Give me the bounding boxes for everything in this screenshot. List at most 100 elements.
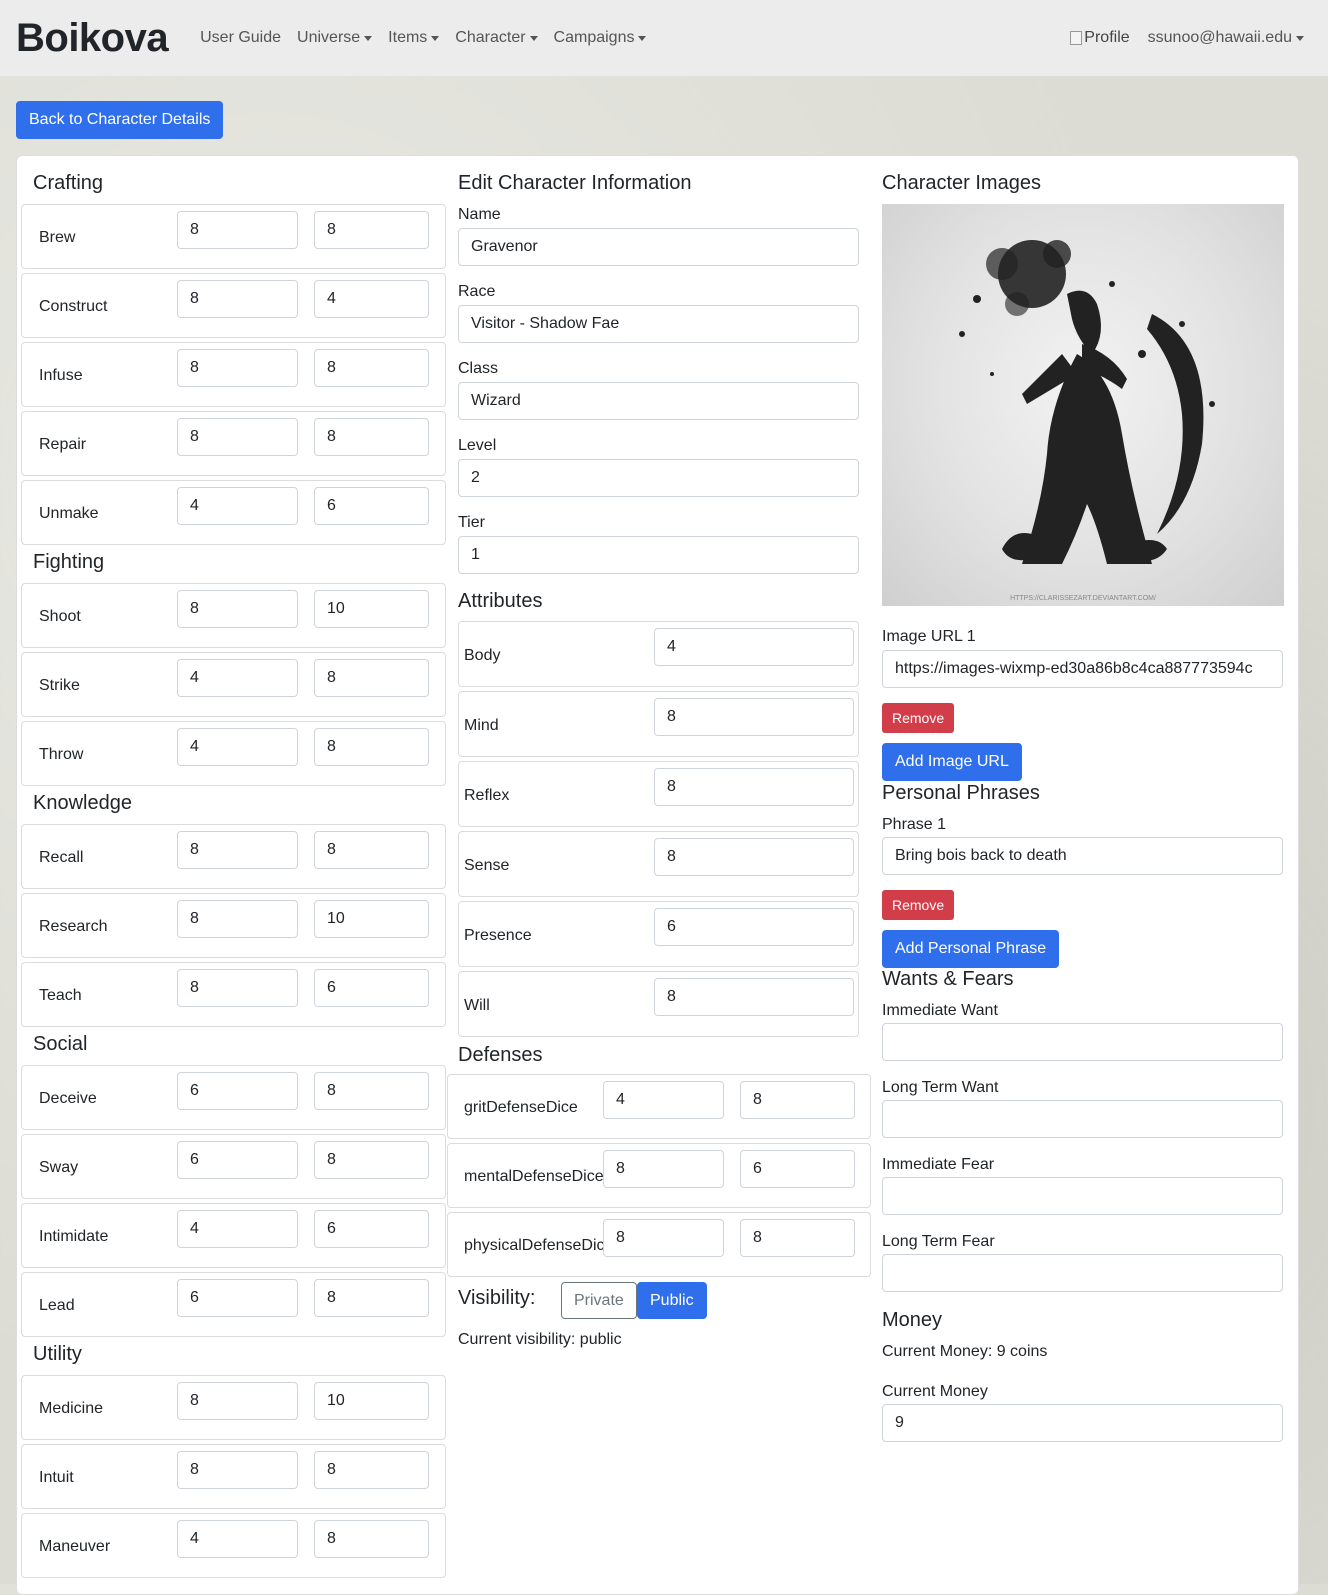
attribute-input[interactable]: 8 (654, 838, 854, 876)
remove-image-button[interactable]: Remove (882, 703, 955, 733)
defense-dice-input[interactable]: 4 (603, 1081, 724, 1119)
image-url-label: Image URL 1 (882, 628, 976, 645)
skill-modifier-input[interactable]: 4 (314, 280, 429, 318)
wants-fears-input[interactable] (882, 1100, 1283, 1138)
nav-items-dropdown[interactable]: Items (388, 29, 440, 47)
defense-row: gritDefenseDice 4 8 (447, 1074, 871, 1139)
skill-value-input[interactable]: 8 (177, 1451, 298, 1489)
wants-fears-title: Wants & Fears (882, 968, 1014, 990)
add-personal-phrase-button[interactable]: Add Personal Phrase (882, 930, 1060, 968)
skill-modifier-input[interactable]: 8 (314, 831, 429, 869)
skill-value-input[interactable]: 8 (177, 349, 298, 387)
skill-modifier-input[interactable]: 6 (314, 487, 429, 525)
skill-modifier-input[interactable]: 8 (314, 1451, 429, 1489)
wants-fears-label: Long Term Fear (882, 1233, 995, 1250)
skill-value-input[interactable]: 4 (177, 659, 298, 697)
attribute-input[interactable]: 4 (654, 628, 854, 666)
skill-row: Unmake 4 6 (21, 480, 446, 545)
skill-modifier-input[interactable]: 8 (314, 659, 429, 697)
skill-value-input[interactable]: 6 (177, 1072, 298, 1110)
defense-size-input[interactable]: 6 (740, 1150, 855, 1188)
attribute-input[interactable]: 8 (654, 768, 854, 806)
defense-label: physicalDefenseDic (464, 1237, 604, 1254)
skill-modifier-input[interactable]: 8 (314, 1520, 429, 1558)
skill-modifier-input[interactable]: 8 (314, 728, 429, 766)
user-menu[interactable]: Profile ssunoo@hawaii.edu (1070, 29, 1312, 47)
user-email-dropdown[interactable]: ssunoo@hawaii.edu (1148, 29, 1304, 47)
wants-fears-label: Long Term Want (882, 1079, 999, 1096)
back-to-character-details-button[interactable]: Back to Character Details (16, 101, 224, 139)
caret-down-icon (638, 35, 647, 41)
skill-value-input[interactable]: 4 (177, 728, 298, 766)
skill-value-input[interactable]: 6 (177, 1279, 298, 1317)
skill-value-input[interactable]: 8 (177, 211, 298, 249)
skill-value-input[interactable]: 8 (177, 280, 298, 318)
info-field-input[interactable]: Visitor - Shadow Fae (458, 305, 859, 343)
skill-modifier-input[interactable]: 8 (314, 1279, 429, 1317)
defense-size-input[interactable]: 8 (740, 1219, 855, 1257)
skill-row: Teach 8 6 (21, 962, 446, 1027)
skill-label: Intuit (39, 1469, 74, 1486)
defense-dice-input[interactable]: 8 (603, 1219, 724, 1257)
profile-avatar: Profile (1070, 29, 1130, 47)
skill-row: Medicine 8 10 (21, 1375, 446, 1440)
skill-modifier-input[interactable]: 10 (314, 900, 429, 938)
attribute-input[interactable]: 8 (654, 978, 854, 1016)
defense-label: gritDefenseDice (464, 1099, 578, 1116)
remove-phrase-button[interactable]: Remove (882, 890, 955, 920)
defense-dice-input[interactable]: 8 (603, 1150, 724, 1188)
skill-modifier-input[interactable]: 6 (314, 1210, 429, 1248)
add-image-url-button[interactable]: Add Image URL (882, 743, 1022, 781)
personal-phrases-title: Personal Phrases (882, 782, 1040, 804)
skill-label: Construct (39, 298, 108, 315)
skill-modifier-input[interactable]: 6 (314, 969, 429, 1007)
skill-modifier-input[interactable]: 8 (314, 1072, 429, 1110)
nav-user-guide[interactable]: User Guide (200, 29, 281, 47)
info-field-input[interactable]: 2 (458, 459, 859, 497)
phrase-input[interactable]: Bring bois back to death (882, 837, 1283, 875)
skill-label: Unmake (39, 505, 99, 522)
caret-down-icon (431, 35, 440, 41)
skill-value-input[interactable]: 8 (177, 1382, 298, 1420)
skill-modifier-input[interactable]: 10 (314, 1382, 429, 1420)
skill-modifier-input[interactable]: 8 (314, 349, 429, 387)
attribute-row: Will 8 (458, 971, 859, 1037)
info-field-input[interactable]: 1 (458, 536, 859, 574)
attribute-input[interactable]: 6 (654, 908, 854, 946)
skill-value-input[interactable]: 6 (177, 1141, 298, 1179)
brand-logo[interactable]: Boikova (16, 16, 169, 61)
defense-size-input[interactable]: 8 (740, 1081, 855, 1119)
skill-modifier-input[interactable]: 10 (314, 590, 429, 628)
visibility-private-button[interactable]: Private (561, 1282, 637, 1319)
info-field-input[interactable]: Gravenor (458, 228, 859, 266)
current-money-input[interactable]: 9 (882, 1404, 1283, 1442)
skill-value-input[interactable]: 4 (177, 487, 298, 525)
visibility-public-button[interactable]: Public (637, 1282, 707, 1319)
image-url-input[interactable]: https://images-wixmp-ed30a86b8c4ca887773… (882, 650, 1283, 688)
skill-value-input[interactable]: 4 (177, 1520, 298, 1558)
skill-label: Lead (39, 1297, 75, 1314)
current-visibility-text: Current visibility: public (458, 1331, 622, 1348)
attribute-input[interactable]: 8 (654, 698, 854, 736)
attribute-row: Reflex 8 (458, 761, 859, 827)
skill-modifier-input[interactable]: 8 (314, 418, 429, 456)
wants-fears-input[interactable] (882, 1023, 1283, 1061)
nav-universe-dropdown[interactable]: Universe (297, 29, 373, 47)
skill-value-input[interactable]: 8 (177, 418, 298, 456)
nav-character-dropdown[interactable]: Character (455, 29, 538, 47)
info-field-input[interactable]: Wizard (458, 382, 859, 420)
skill-value-input[interactable]: 8 (177, 831, 298, 869)
skill-modifier-input[interactable]: 8 (314, 211, 429, 249)
wants-fears-input[interactable] (882, 1177, 1283, 1215)
wants-fears-input[interactable] (882, 1254, 1283, 1292)
nav-campaigns-dropdown[interactable]: Campaigns (554, 29, 647, 47)
wants-fears-label: Immediate Want (882, 1002, 998, 1019)
skill-modifier-input[interactable]: 8 (314, 1141, 429, 1179)
skill-row: Construct 8 4 (21, 273, 446, 338)
skill-value-input[interactable]: 8 (177, 590, 298, 628)
skill-value-input[interactable]: 4 (177, 1210, 298, 1248)
skill-value-input[interactable]: 8 (177, 969, 298, 1007)
skill-value-input[interactable]: 8 (177, 900, 298, 938)
skill-label: Research (39, 918, 108, 935)
skill-row: Maneuver 4 8 (21, 1513, 446, 1578)
